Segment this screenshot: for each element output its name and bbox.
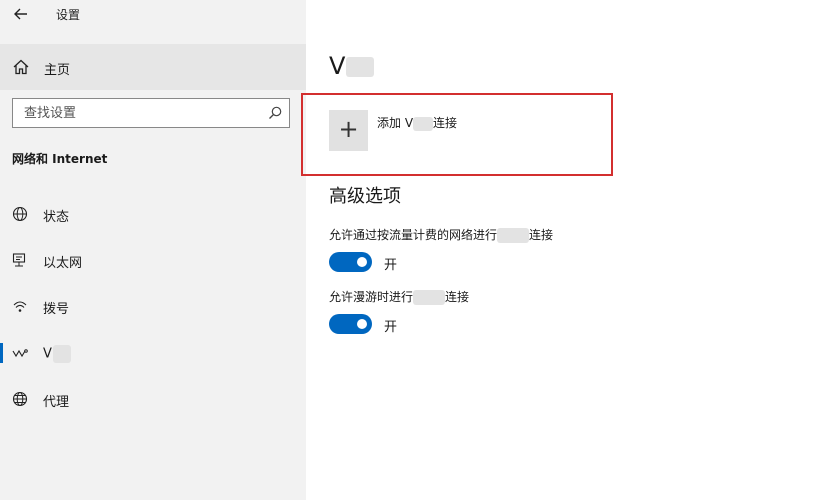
sidebar-item-label: 主页 bbox=[44, 63, 71, 78]
search-input[interactable] bbox=[13, 99, 263, 127]
section-heading: 网络和 Internet bbox=[12, 152, 108, 166]
sidebar-item-label: 拨号 bbox=[43, 302, 70, 317]
redacted-text bbox=[346, 57, 375, 77]
globe-icon bbox=[12, 391, 28, 407]
redacted-text bbox=[413, 116, 434, 131]
sidebar-item-home[interactable]: 主页 bbox=[0, 44, 306, 90]
sidebar-item-label: 代理 bbox=[43, 395, 70, 410]
sidebar-item-label: 以太网 bbox=[43, 256, 83, 271]
redacted-text bbox=[52, 345, 71, 363]
dialup-icon bbox=[13, 301, 27, 312]
ethernet-icon bbox=[12, 253, 26, 267]
back-button[interactable] bbox=[10, 4, 32, 24]
toggle-knob bbox=[357, 319, 367, 329]
sidebar: 设置 主页 网络和 Internet 状态 以太网 bbox=[0, 0, 306, 500]
add-vpn-label[interactable]: 添加 V 连接 bbox=[377, 114, 457, 131]
search-box bbox=[12, 98, 290, 128]
vpn-icon bbox=[12, 349, 28, 358]
sidebar-item-proxy[interactable]: 代理 bbox=[0, 379, 306, 419]
toggle-state-text: 开 bbox=[384, 320, 398, 335]
sidebar-item-vpn[interactable]: V bbox=[0, 333, 306, 373]
roaming-label: 允许漫游时进行 连接 bbox=[329, 290, 470, 305]
add-vpn-button[interactable]: + bbox=[329, 110, 368, 151]
sidebar-item-status[interactable]: 状态 bbox=[0, 194, 306, 234]
toggle-state-text: 开 bbox=[384, 258, 398, 273]
toggle-knob bbox=[357, 257, 367, 267]
advanced-options-heading: 高级选项 bbox=[329, 186, 401, 207]
search-icon[interactable] bbox=[267, 105, 283, 121]
redacted-text bbox=[413, 290, 446, 305]
globe-status-icon bbox=[12, 206, 28, 222]
sidebar-item-label: V bbox=[43, 345, 71, 363]
plus-icon: + bbox=[338, 115, 359, 143]
roaming-toggle[interactable] bbox=[329, 314, 372, 334]
title-bar: 设置 bbox=[0, 0, 306, 30]
selection-indicator bbox=[0, 343, 3, 363]
home-icon bbox=[13, 59, 29, 75]
metered-network-toggle[interactable] bbox=[329, 252, 372, 272]
redacted-text bbox=[497, 228, 530, 243]
sidebar-item-label: 状态 bbox=[43, 210, 70, 225]
metered-network-label: 允许通过按流量计费的网络进行 连接 bbox=[329, 228, 554, 243]
main-panel: V + 添加 V 连接 高级选项 允许通过按流量计费的网络进行 连接 开 允许漫游时… bbox=[301, 0, 819, 500]
page-title: V bbox=[329, 52, 375, 80]
sidebar-item-ethernet[interactable]: 以太网 bbox=[0, 240, 306, 280]
app-title: 设置 bbox=[56, 8, 81, 22]
back-arrow-icon bbox=[14, 8, 27, 20]
sidebar-item-dialup[interactable]: 拨号 bbox=[0, 286, 306, 326]
